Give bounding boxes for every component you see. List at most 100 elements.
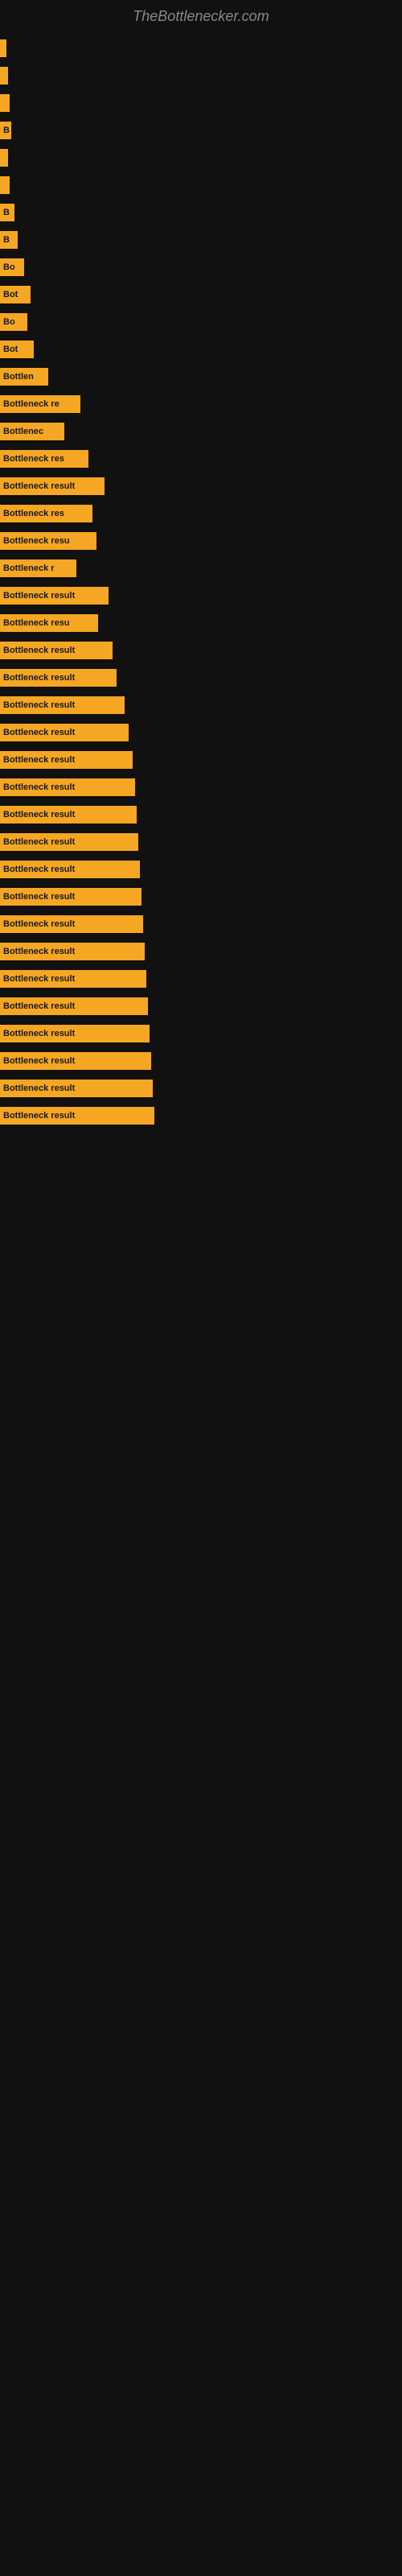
bar-item: Bottleneck result bbox=[0, 724, 129, 741]
bar-item: Bottleneck result bbox=[0, 587, 109, 605]
bar-row: Bottleneck result bbox=[0, 1022, 402, 1045]
bar-label: Bo bbox=[3, 317, 15, 327]
bar-item: Bottleneck resu bbox=[0, 614, 98, 632]
bar-label: Bottleneck result bbox=[3, 1111, 75, 1121]
bar-item: Bottleneck result bbox=[0, 970, 146, 988]
bar-item bbox=[0, 176, 10, 194]
bar-row: Bottleneck result bbox=[0, 694, 402, 716]
bar-item: Bottleneck result bbox=[0, 1107, 154, 1125]
bar-item: Bo bbox=[0, 313, 27, 331]
site-title: TheBottlenecker.com bbox=[0, 0, 402, 29]
bar-row: Bottleneck result bbox=[0, 995, 402, 1018]
bar-row: Bottleneck result bbox=[0, 776, 402, 799]
bar-label: Bottleneck result bbox=[3, 481, 75, 491]
bar-item bbox=[0, 39, 6, 57]
bar-label: Bottleneck resu bbox=[3, 536, 70, 546]
bar-row: Bottleneck result bbox=[0, 1050, 402, 1072]
bar-item: Bottleneck res bbox=[0, 450, 88, 468]
bar-label: Bottleneck result bbox=[3, 919, 75, 929]
bar-label: Bot bbox=[3, 290, 18, 299]
bar-row: Bottleneck result bbox=[0, 940, 402, 963]
bar-row bbox=[0, 147, 402, 169]
bar-item: Bottleneck result bbox=[0, 806, 137, 824]
bar-row: Bottleneck re bbox=[0, 393, 402, 415]
bar-item: Bot bbox=[0, 341, 34, 358]
bar-row: Bottleneck resu bbox=[0, 530, 402, 552]
bar-item: Bot bbox=[0, 286, 31, 303]
bar-item: B bbox=[0, 231, 18, 249]
bar-row: Bottleneck result bbox=[0, 831, 402, 853]
bar-label: Bottleneck result bbox=[3, 974, 75, 984]
bar-label: Bottleneck result bbox=[3, 646, 75, 655]
bar-label: Bottleneck result bbox=[3, 700, 75, 710]
bar-item bbox=[0, 94, 10, 112]
bar-label: Bottleneck res bbox=[3, 509, 64, 518]
bar-row: Bottleneck result bbox=[0, 639, 402, 662]
bar-item: Bottleneck result bbox=[0, 696, 125, 714]
bar-item: Bottleneck r bbox=[0, 559, 76, 577]
bar-label: Bottlen bbox=[3, 372, 34, 382]
bar-label: Bottleneck result bbox=[3, 865, 75, 874]
bar-item: B bbox=[0, 204, 14, 221]
bar-item: Bottleneck result bbox=[0, 642, 113, 659]
bar-row: B bbox=[0, 201, 402, 224]
bar-row: Bottlen bbox=[0, 365, 402, 388]
bar-row: Bot bbox=[0, 283, 402, 306]
bar-item bbox=[0, 67, 8, 85]
bar-row: Bottleneck result bbox=[0, 1104, 402, 1127]
bar-row: Bottleneck result bbox=[0, 475, 402, 497]
bar-label: Bottleneck result bbox=[3, 591, 75, 601]
bar-label: Bottlenec bbox=[3, 427, 43, 436]
bar-label: Bottleneck result bbox=[3, 892, 75, 902]
bar-row: Bottleneck r bbox=[0, 557, 402, 580]
bar-label: B bbox=[3, 126, 10, 135]
bar-row: Bottleneck result bbox=[0, 584, 402, 607]
bar-item: Bottleneck result bbox=[0, 997, 148, 1015]
bar-item: Bottleneck result bbox=[0, 778, 135, 796]
bar-row: Bottleneck result bbox=[0, 913, 402, 935]
bar-item: Bottleneck result bbox=[0, 861, 140, 878]
bar-item: Bottleneck result bbox=[0, 1025, 150, 1042]
bar-item: Bottleneck result bbox=[0, 751, 133, 769]
bar-item bbox=[0, 149, 8, 167]
bar-row: B bbox=[0, 229, 402, 251]
bar-row: Bot bbox=[0, 338, 402, 361]
bar-item: Bottlen bbox=[0, 368, 48, 386]
bar-row: Bottleneck res bbox=[0, 502, 402, 525]
bar-row: Bottleneck resu bbox=[0, 612, 402, 634]
bar-row: Bottleneck result bbox=[0, 858, 402, 881]
bar-item: Bottleneck result bbox=[0, 943, 145, 960]
bar-label: B bbox=[3, 208, 10, 217]
bar-row: Bo bbox=[0, 256, 402, 279]
bar-label: Bottleneck r bbox=[3, 564, 55, 573]
bar-item: Bottleneck result bbox=[0, 1052, 151, 1070]
bar-row bbox=[0, 174, 402, 196]
bar-row bbox=[0, 64, 402, 87]
bar-row: Bottleneck result bbox=[0, 968, 402, 990]
bar-item: Bottleneck result bbox=[0, 915, 143, 933]
bar-label: Bottleneck result bbox=[3, 755, 75, 765]
bar-row: Bo bbox=[0, 311, 402, 333]
bar-item: Bottlenec bbox=[0, 423, 64, 440]
bar-item: Bottleneck res bbox=[0, 505, 92, 522]
bar-label: Bottleneck result bbox=[3, 782, 75, 792]
bar-row: Bottlenec bbox=[0, 420, 402, 443]
bar-label: Bottleneck re bbox=[3, 399, 59, 409]
bar-row: Bottleneck result bbox=[0, 721, 402, 744]
bar-item: Bottleneck result bbox=[0, 477, 105, 495]
bar-row: Bottleneck result bbox=[0, 886, 402, 908]
bar-item: B bbox=[0, 122, 11, 139]
bar-row: Bottleneck res bbox=[0, 448, 402, 470]
bar-row bbox=[0, 92, 402, 114]
bar-row: B bbox=[0, 119, 402, 142]
bar-label: Bottleneck result bbox=[3, 1056, 75, 1066]
bar-label: Bottleneck result bbox=[3, 728, 75, 737]
bar-item: Bottleneck re bbox=[0, 395, 80, 413]
bar-label: Bot bbox=[3, 345, 18, 354]
bar-label: Bottleneck result bbox=[3, 1084, 75, 1093]
bar-label: Bottleneck result bbox=[3, 947, 75, 956]
bar-label: Bottleneck result bbox=[3, 837, 75, 847]
bar-row: Bottleneck result bbox=[0, 803, 402, 826]
bar-label: Bottleneck res bbox=[3, 454, 64, 464]
bar-row bbox=[0, 37, 402, 60]
